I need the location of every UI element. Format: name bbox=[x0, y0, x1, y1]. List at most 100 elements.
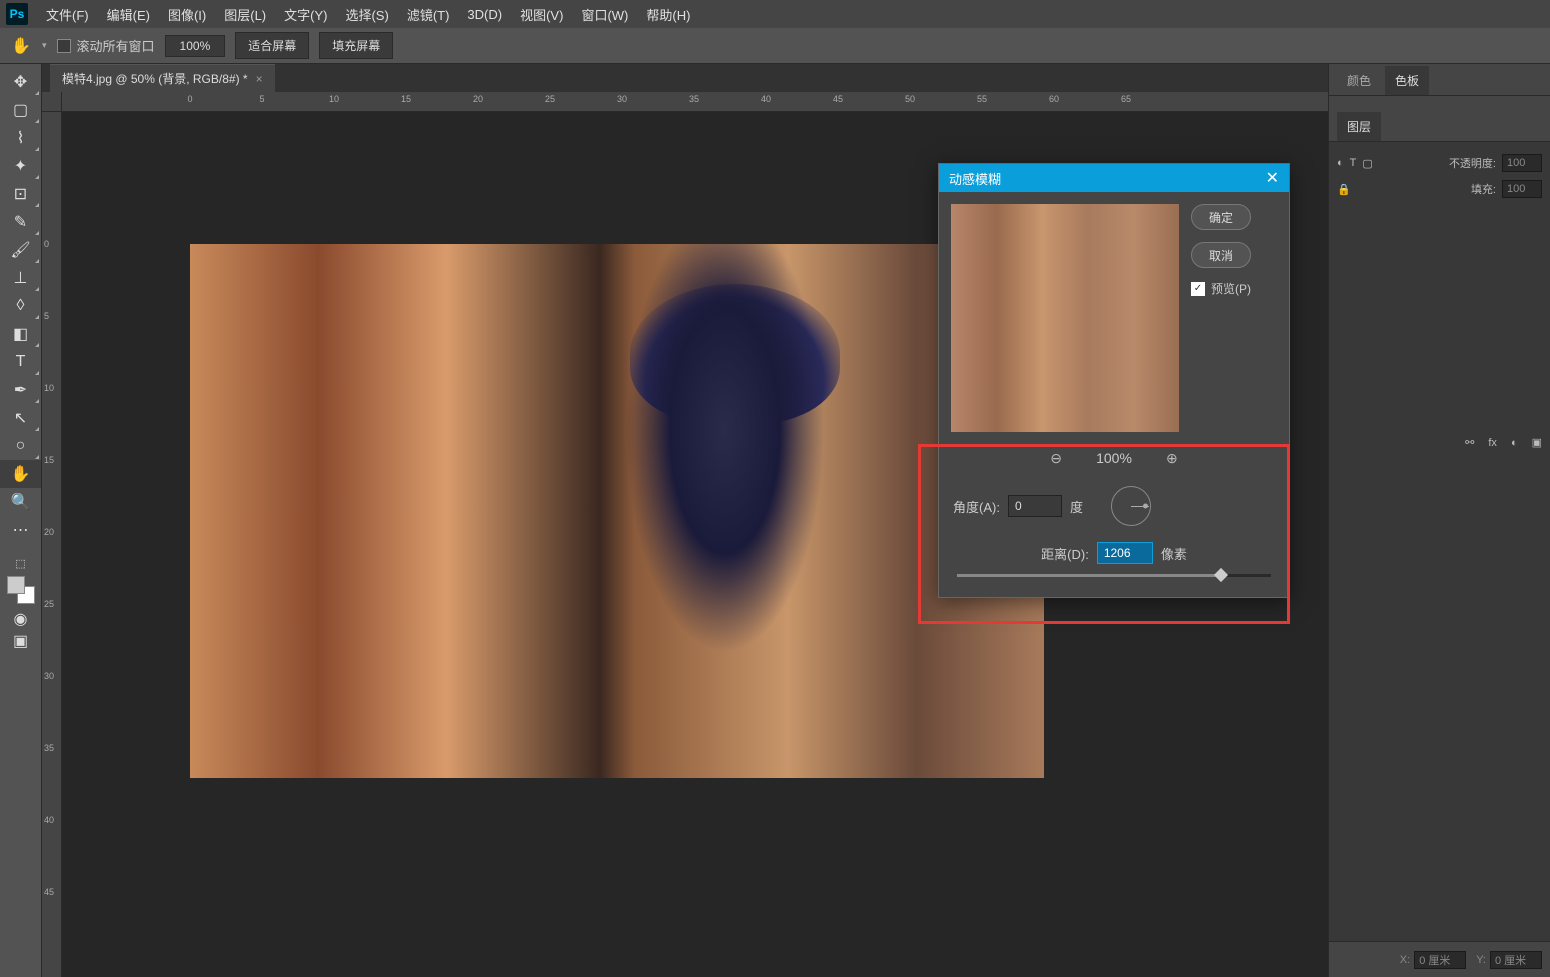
tool-preset-dropdown-icon[interactable]: ▾ bbox=[42, 40, 47, 51]
ok-button[interactable]: 确定 bbox=[1191, 204, 1251, 230]
ruler-mark: 40 bbox=[761, 94, 771, 104]
menu-help[interactable]: 帮助(H) bbox=[638, 1, 698, 28]
ruler-mark: 5 bbox=[259, 94, 264, 104]
document-tab-title: 模特4.jpg @ 50% (背景, RGB/8#) * bbox=[62, 70, 248, 87]
fill-input[interactable] bbox=[1502, 180, 1542, 198]
angle-label: 角度(A): bbox=[953, 497, 1000, 516]
gradient-tool[interactable]: ◧ bbox=[0, 320, 41, 348]
preview-zoom-level: 100% bbox=[1096, 450, 1132, 466]
ruler-horizontal[interactable]: 0 5 10 15 20 25 30 35 40 45 50 55 60 65 bbox=[62, 92, 1328, 112]
crop-tool[interactable]: ⊡ bbox=[0, 180, 41, 208]
menu-window[interactable]: 窗口(W) bbox=[573, 1, 636, 28]
adjustment-icon[interactable]: ◐ bbox=[1337, 157, 1344, 169]
move-tool[interactable]: ✥ bbox=[0, 68, 41, 96]
hand-tool[interactable]: ✋ bbox=[0, 460, 41, 488]
quick-mask-icon[interactable]: ◉ bbox=[4, 608, 37, 630]
new-group-icon[interactable]: ▣ bbox=[1532, 436, 1542, 449]
stamp-tool[interactable]: ⊥ bbox=[0, 264, 41, 292]
color-swatches: ⬚ ◉ ▣ bbox=[0, 550, 41, 656]
ruler-mark: 20 bbox=[44, 527, 54, 537]
hand-tool-icon[interactable]: ✋ bbox=[10, 35, 32, 57]
menu-select[interactable]: 选择(S) bbox=[337, 1, 396, 28]
ruler-mark: 35 bbox=[44, 743, 54, 753]
tab-layers[interactable]: 图层 bbox=[1337, 112, 1381, 141]
magic-wand-tool[interactable]: ✦ bbox=[0, 152, 41, 180]
layer-style-icon[interactable]: fx bbox=[1488, 437, 1497, 449]
layer-mask-icon[interactable]: ◐ bbox=[1511, 437, 1518, 449]
ruler-mark: 10 bbox=[44, 383, 54, 393]
default-colors-icon[interactable]: ⬚ bbox=[4, 554, 37, 572]
right-panels: 颜色 色板 图层 ◐ T ▢ 不透明度: 🔒 填充: ⚯ bbox=[1328, 64, 1550, 977]
zoom-in-icon[interactable]: ⊕ bbox=[1162, 448, 1182, 468]
color-panel-tabs: 颜色 色板 bbox=[1329, 64, 1550, 96]
brush-tool[interactable]: 🖌 bbox=[0, 236, 41, 264]
ruler-mark: 0 bbox=[44, 239, 49, 249]
ruler-mark: 55 bbox=[977, 94, 987, 104]
zoom-out-icon[interactable]: ⊖ bbox=[1046, 448, 1066, 468]
layers-panel-body: ◐ T ▢ 不透明度: 🔒 填充: ⚯ fx ◐ ▣ bbox=[1329, 142, 1550, 941]
tab-color[interactable]: 颜色 bbox=[1337, 66, 1381, 95]
cancel-button[interactable]: 取消 bbox=[1191, 242, 1251, 268]
document-tab-bar: 模特4.jpg @ 50% (背景, RGB/8#) * × bbox=[42, 64, 1328, 92]
angle-unit: 度 bbox=[1070, 497, 1083, 516]
scroll-all-windows-checkbox[interactable]: 滚动所有窗口 bbox=[57, 36, 155, 55]
eyedropper-tool[interactable]: ✎ bbox=[0, 208, 41, 236]
scroll-all-label: 滚动所有窗口 bbox=[77, 36, 155, 55]
fit-screen-button[interactable]: 适合屏幕 bbox=[235, 32, 309, 59]
menu-image[interactable]: 图像(I) bbox=[160, 1, 214, 28]
fill-screen-button[interactable]: 填充屏幕 bbox=[319, 32, 393, 59]
menu-layer[interactable]: 图层(L) bbox=[216, 1, 274, 28]
close-icon[interactable]: ✕ bbox=[1266, 168, 1279, 188]
close-tab-icon[interactable]: × bbox=[256, 72, 263, 86]
marquee-tool[interactable]: ▢ bbox=[0, 96, 41, 124]
dialog-titlebar[interactable]: 动感模糊 ✕ bbox=[939, 164, 1289, 192]
angle-input[interactable] bbox=[1008, 495, 1062, 517]
menu-file[interactable]: 文件(F) bbox=[38, 1, 97, 28]
foreground-color-swatch[interactable] bbox=[7, 576, 25, 594]
filter-preview[interactable] bbox=[951, 204, 1179, 432]
edit-toolbar-tool[interactable]: ⋯ bbox=[0, 516, 41, 544]
layer-panel-tabs: 图层 bbox=[1329, 110, 1550, 142]
zoom-tool[interactable]: 🔍 bbox=[0, 488, 41, 516]
distance-slider[interactable] bbox=[957, 574, 1271, 577]
link-layers-icon[interactable]: ⚯ bbox=[1465, 436, 1474, 449]
toolbox: ✥ ▢ ⌇ ✦ ⊡ ✎ 🖌 ⊥ ◊ ◧ T ✒ ↖ ○ ✋ 🔍 ⋯ ⬚ ◉ ▣ bbox=[0, 64, 42, 977]
angle-dial[interactable] bbox=[1111, 486, 1151, 526]
ruler-mark: 20 bbox=[473, 94, 483, 104]
zoom-level-display[interactable]: 100% bbox=[165, 35, 226, 57]
type-tool[interactable]: T bbox=[0, 348, 41, 376]
ruler-vertical[interactable]: 0 5 10 15 20 25 30 35 40 45 bbox=[42, 112, 62, 977]
opacity-input[interactable] bbox=[1502, 154, 1542, 172]
fill-label: 填充: bbox=[1471, 181, 1496, 197]
menu-bar: Ps 文件(F) 编辑(E) 图像(I) 图层(L) 文字(Y) 选择(S) 滤… bbox=[0, 0, 1550, 28]
menu-type[interactable]: 文字(Y) bbox=[276, 1, 335, 28]
dialog-title: 动感模糊 bbox=[949, 169, 1001, 188]
pen-tool[interactable]: ✒ bbox=[0, 376, 41, 404]
tab-swatches[interactable]: 色板 bbox=[1385, 66, 1429, 95]
crop-mask-icon[interactable]: ▢ bbox=[1362, 157, 1372, 170]
ruler-corner bbox=[42, 92, 62, 112]
checkbox-checked-icon: ✓ bbox=[1191, 282, 1205, 296]
slider-thumb-icon[interactable] bbox=[1214, 568, 1228, 582]
x-coord-input[interactable] bbox=[1414, 951, 1466, 969]
distance-input[interactable] bbox=[1097, 542, 1153, 564]
y-coord-input[interactable] bbox=[1490, 951, 1542, 969]
ruler-mark: 35 bbox=[689, 94, 699, 104]
eraser-tool[interactable]: ◊ bbox=[0, 292, 41, 320]
shape-tool[interactable]: ○ bbox=[0, 432, 41, 460]
distance-label: 距离(D): bbox=[1041, 544, 1089, 563]
ruler-mark: 25 bbox=[545, 94, 555, 104]
document-tab[interactable]: 模特4.jpg @ 50% (背景, RGB/8#) * × bbox=[50, 64, 275, 92]
lasso-tool[interactable]: ⌇ bbox=[0, 124, 41, 152]
menu-view[interactable]: 视图(V) bbox=[512, 1, 571, 28]
type-mask-icon[interactable]: T bbox=[1350, 157, 1357, 169]
angle-dot-icon bbox=[1143, 504, 1148, 509]
menu-edit[interactable]: 编辑(E) bbox=[99, 1, 158, 28]
screen-mode-icon[interactable]: ▣ bbox=[4, 630, 37, 652]
preview-checkbox[interactable]: ✓ 预览(P) bbox=[1191, 280, 1251, 297]
y-label: Y: bbox=[1476, 954, 1486, 966]
menu-filter[interactable]: 滤镜(T) bbox=[399, 1, 458, 28]
lock-icon[interactable]: 🔒 bbox=[1337, 183, 1351, 196]
menu-3d[interactable]: 3D(D) bbox=[459, 3, 510, 26]
path-select-tool[interactable]: ↖ bbox=[0, 404, 41, 432]
